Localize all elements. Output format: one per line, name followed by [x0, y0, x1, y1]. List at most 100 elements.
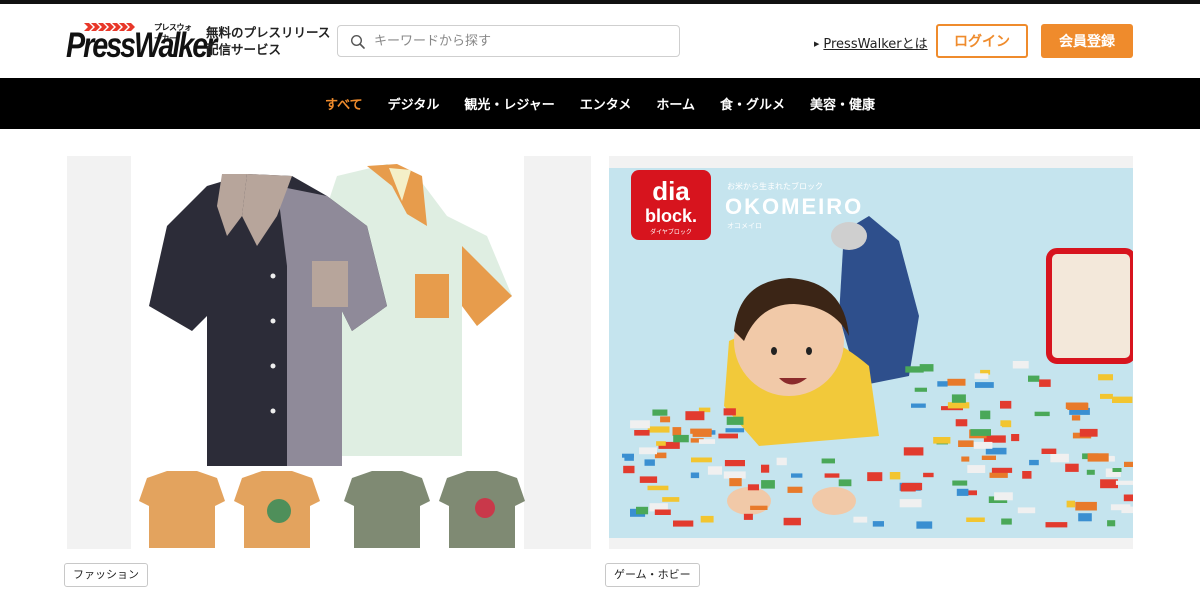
presswalker-logo[interactable]: プレスウォーカー PressWalker	[66, 22, 217, 64]
toy-block	[872, 521, 884, 527]
toy-block	[776, 457, 787, 466]
toy-block	[718, 433, 738, 439]
toy-block	[905, 366, 924, 373]
category-tab-6[interactable]: 美容・健康	[797, 94, 887, 113]
diablock-logo-dia: dia	[652, 176, 690, 206]
search-box	[337, 25, 680, 57]
toy-block	[1028, 375, 1040, 382]
article-card-hobby[interactable]: dia block. ダイヤブロック お米から生まれたブロック OKOMEIRO…	[609, 156, 1133, 549]
toy-block	[747, 484, 759, 491]
toy-block	[725, 428, 745, 433]
toy-block	[1050, 453, 1069, 463]
toy-block	[1115, 480, 1133, 485]
category-tag-hobby[interactable]: ゲーム・ホビー	[605, 563, 700, 587]
category-tab-4[interactable]: ホーム	[644, 94, 708, 113]
toy-block	[729, 478, 742, 487]
article-image-diablock: dia block. ダイヤブロック お米から生まれたブロック OKOMEIRO…	[609, 168, 1133, 538]
image-product-kana: オコメイロ	[727, 222, 762, 230]
toy-block	[690, 428, 712, 434]
toy-block	[967, 465, 986, 473]
toy-block	[951, 394, 966, 403]
toy-block	[623, 465, 635, 474]
toy-block	[1029, 459, 1039, 466]
toy-block	[787, 486, 803, 493]
toy-block	[1107, 520, 1116, 527]
toy-block	[1112, 468, 1122, 472]
toy-block	[690, 472, 700, 479]
register-button[interactable]: 会員登録	[1041, 24, 1133, 58]
toy-block	[1034, 411, 1050, 417]
toy-block	[1012, 361, 1029, 369]
toy-block	[622, 453, 634, 458]
tagline-line-1: 無料のプレスリリース	[206, 25, 331, 40]
toy-block	[1087, 453, 1109, 462]
tagline-line-2: 配信サービス	[206, 42, 282, 57]
image-catchphrase: お米から生まれたブロック	[727, 181, 823, 191]
category-tab-1[interactable]: デジタル	[375, 94, 452, 113]
toy-block	[750, 505, 768, 510]
toy-block	[1001, 518, 1012, 525]
toy-block	[991, 467, 1013, 473]
toy-block	[630, 420, 650, 429]
logo-wordmark: PressWalker	[66, 26, 217, 65]
toy-block	[634, 430, 650, 436]
about-link-label: PressWalkerとは	[823, 37, 928, 52]
category-tab-3[interactable]: エンタメ	[567, 94, 644, 113]
toy-block	[947, 402, 970, 409]
category-tab-2[interactable]: 観光・レジャー	[452, 94, 567, 113]
toy-block	[1000, 400, 1012, 409]
toy-block	[970, 429, 991, 436]
toy-block	[662, 497, 680, 502]
toy-block	[975, 382, 994, 388]
toy-block	[673, 434, 689, 443]
toy-block	[761, 464, 770, 473]
toy-block	[952, 480, 968, 486]
toy-block	[691, 457, 712, 463]
toy-block	[933, 437, 951, 444]
login-button[interactable]: ログイン	[936, 24, 1028, 58]
toy-block	[647, 485, 669, 491]
toy-block	[824, 473, 840, 478]
toy-block	[983, 435, 1006, 443]
toy-block	[974, 373, 989, 379]
toy-block	[1112, 396, 1133, 403]
tagline: 無料のプレスリリース 配信サービス	[206, 24, 330, 58]
category-tab-5[interactable]: 食・グルメ	[707, 94, 797, 113]
toy-block	[1078, 513, 1092, 522]
toy-block	[1086, 469, 1095, 475]
toy-block	[761, 480, 775, 489]
toy-block	[1124, 461, 1133, 467]
toy-block	[1071, 415, 1081, 421]
toy-block	[853, 516, 868, 523]
toy-block	[981, 455, 996, 460]
toy-block	[707, 466, 723, 475]
toy-block	[889, 472, 901, 480]
toy-block	[639, 476, 658, 483]
diablock-logo-block: block.	[645, 206, 697, 226]
toy-block	[672, 427, 682, 436]
toy-block	[916, 521, 933, 529]
toy-block	[636, 506, 649, 515]
toy-block	[724, 460, 745, 467]
toy-block	[1039, 379, 1051, 387]
toy-block	[660, 416, 671, 423]
diablock-logo-kana: ダイヤブロック	[650, 228, 692, 236]
toy-block	[652, 409, 668, 416]
toy-block	[967, 490, 977, 496]
toy-block	[947, 378, 966, 386]
toy-block	[700, 515, 714, 523]
category-tab-0[interactable]: すべて	[313, 94, 376, 113]
category-tag-fashion[interactable]: ファッション	[64, 563, 148, 587]
toy-block	[914, 387, 927, 392]
toy-block	[1123, 494, 1133, 502]
article-card-fashion[interactable]	[67, 156, 591, 549]
about-link[interactable]: ▶ PressWalkerとは	[814, 33, 928, 52]
toy-block	[838, 479, 852, 487]
toy-block	[639, 447, 657, 455]
image-product-name: OKOMEIRO	[725, 194, 863, 219]
toy-block	[821, 458, 835, 464]
search-input[interactable]	[374, 28, 670, 54]
toy-block	[791, 473, 803, 478]
toy-block	[937, 381, 948, 387]
toy-block	[1100, 479, 1118, 489]
